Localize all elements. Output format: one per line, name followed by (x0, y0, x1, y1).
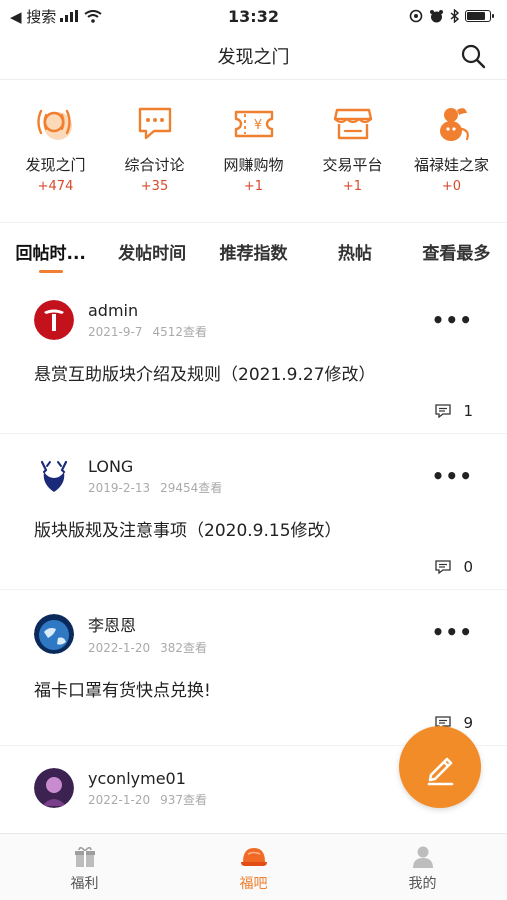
category-label: 交易平台 (322, 156, 383, 174)
post-info: 2022-1-20 937查看 (88, 791, 207, 808)
avatar[interactable] (34, 300, 74, 340)
author-name[interactable]: 李恩恩 (88, 612, 207, 636)
post-date: 2022-1-20 (88, 641, 151, 655)
category-jiaoyi[interactable]: 交易平台 +1 (306, 100, 400, 210)
pencil-icon (427, 757, 454, 786)
category-count: +35 (140, 179, 169, 194)
post-title[interactable]: 版块版规及注意事项（2020.9.15修改） (34, 516, 473, 541)
broadcast-icon (32, 100, 80, 148)
gourd-icon (428, 100, 476, 148)
signal-icon (60, 10, 79, 22)
post-item[interactable]: LONG 2019-2-13 29454查看 ••• 版块版规及注意事项（2020… (0, 434, 507, 590)
post-info: 2019-2-13 29454查看 (88, 479, 222, 496)
tabbar-item-fuli[interactable]: 福利 (0, 834, 169, 900)
status-back-label[interactable]: ◀ 搜索 (10, 6, 56, 27)
status-back[interactable]: ◀ 搜索 (10, 6, 102, 27)
post-views: 4512查看 (152, 324, 208, 339)
post-title[interactable]: 福卡口罩有货快点兑换! (34, 676, 473, 701)
tabbar-label: 我的 (408, 876, 437, 892)
category-count: +474 (37, 179, 74, 194)
alarm-icon (430, 9, 443, 22)
tabbar-label: 福吧 (239, 876, 268, 892)
page-title: 发现之门 (217, 46, 290, 68)
ticket-icon: ¥ (230, 100, 278, 148)
tabbar-label: 福利 (70, 876, 99, 892)
post-date: 2019-2-13 (88, 480, 151, 495)
avatar[interactable] (34, 768, 74, 808)
reply-count-value: 1 (463, 402, 473, 420)
shop-icon (329, 100, 377, 148)
wifi-icon (84, 9, 102, 23)
post-info: 2022-1-20 382查看 (88, 639, 207, 656)
sort-tabs: 回帖时... 发帖时间 推荐指数 热帖 查看最多 (0, 222, 507, 278)
category-wangzhuan[interactable]: ¥ 网赚购物 +1 (207, 100, 301, 210)
bottom-tab-bar: 福利 福吧 我的 (0, 833, 507, 900)
category-faxian[interactable]: 发现之门 +474 (9, 100, 103, 210)
category-label: 发现之门 (25, 156, 86, 174)
author-name[interactable]: LONG (88, 457, 222, 476)
tab-hot[interactable]: 热帖 (304, 223, 405, 279)
comment-icon (435, 404, 452, 418)
post-views: 937查看 (160, 792, 208, 807)
tab-most-viewed[interactable]: 查看最多 (406, 223, 507, 279)
category-fuluwa[interactable]: 福禄娃之家 +0 (405, 100, 499, 210)
category-label: 网赚购物 (223, 156, 284, 174)
more-icon[interactable]: ••• (432, 464, 473, 488)
category-row: 发现之门 +474 综合讨论 +35 ¥ 网赚购物 +1 交易平台 +1 福禄娃… (0, 100, 507, 210)
comment-icon (435, 560, 452, 574)
tab-post-time[interactable]: 发帖时间 (101, 223, 202, 279)
category-zonghe[interactable]: 综合讨论 +35 (108, 100, 202, 210)
author-name[interactable]: admin (88, 301, 207, 320)
category-count: +1 (342, 179, 363, 194)
avatar[interactable] (34, 614, 74, 654)
person-icon (412, 846, 433, 868)
category-count: +0 (441, 179, 462, 194)
search-icon[interactable] (459, 42, 487, 70)
reply-count-value: 9 (463, 714, 473, 732)
more-icon[interactable]: ••• (432, 620, 473, 644)
category-label: 综合讨论 (124, 156, 185, 174)
post-info: 2021-9-7 4512查看 (88, 323, 207, 340)
orientation-lock-icon (409, 9, 423, 23)
battery-icon (465, 10, 494, 22)
category-label: 福禄娃之家 (413, 156, 489, 174)
category-count: +1 (243, 179, 264, 194)
post-views: 382查看 (160, 641, 208, 655)
tab-recommend[interactable]: 推荐指数 (203, 223, 304, 279)
bluetooth-icon (450, 9, 459, 23)
reply-count[interactable]: 0 (435, 558, 473, 576)
more-icon[interactable]: ••• (432, 308, 473, 332)
tabbar-item-fuba[interactable]: 福吧 (169, 834, 338, 900)
post-item[interactable]: admin 2021-9-7 4512查看 ••• 悬赏互助版块介绍及规则（202… (0, 278, 507, 434)
reply-count[interactable]: 1 (435, 402, 473, 420)
tabbar-item-mine[interactable]: 我的 (338, 834, 507, 900)
status-bar: ◀ 搜索 13:32 (0, 0, 507, 32)
svg-text:¥: ¥ (253, 118, 261, 133)
post-title[interactable]: 悬赏互助版块介绍及规则（2021.9.27修改） (34, 360, 473, 385)
gift-icon (74, 846, 95, 867)
avatar[interactable] (34, 456, 74, 496)
nav-bar: 发现之门 (0, 32, 507, 80)
post-views: 29454查看 (160, 480, 223, 495)
chat-icon (131, 100, 179, 148)
compose-button[interactable] (399, 726, 481, 808)
tab-reply-time[interactable]: 回帖时... (0, 223, 101, 279)
post-date: 2021-9-7 (88, 324, 143, 339)
helmet-icon (240, 848, 267, 866)
post-item[interactable]: 李恩恩 2022-1-20 382查看 ••• 福卡口罩有货快点兑换! 9 (0, 590, 507, 746)
reply-count-value: 0 (463, 558, 473, 576)
post-date: 2022-1-20 (88, 792, 151, 807)
author-name[interactable]: yconlyme01 (88, 769, 207, 788)
